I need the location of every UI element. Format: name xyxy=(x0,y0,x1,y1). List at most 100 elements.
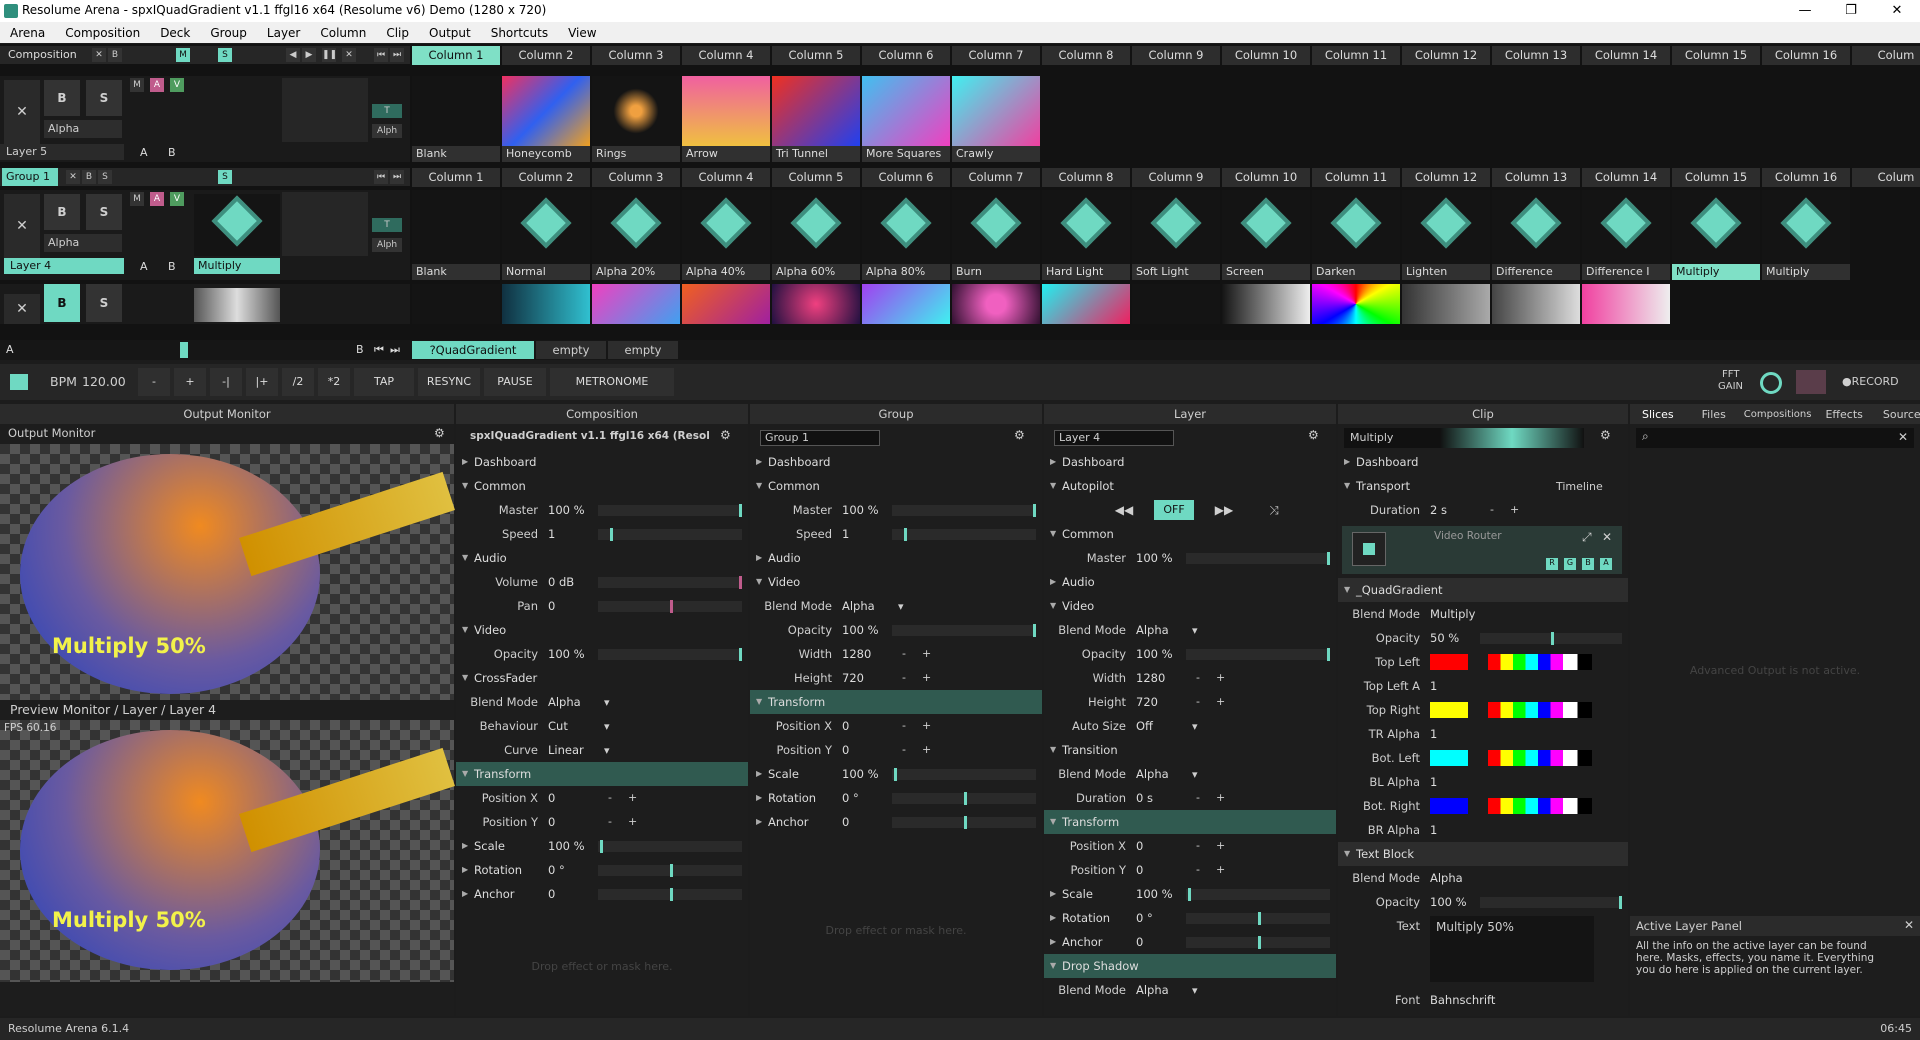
comp-opacity-value[interactable]: 100 % xyxy=(548,642,585,666)
clip-l3-13[interactable] xyxy=(1492,284,1580,324)
clip-gear-icon[interactable]: ⚙ xyxy=(1600,428,1611,442)
menu-composition[interactable]: Composition xyxy=(65,26,140,40)
group-skip-back-icon[interactable]: ⏮ xyxy=(374,170,388,184)
botright-swatch[interactable] xyxy=(1430,798,1592,814)
color-palette[interactable] xyxy=(1488,702,1592,718)
clip-l4-2[interactable]: Normal xyxy=(502,190,590,280)
layer-4-transport[interactable] xyxy=(282,192,368,256)
column-header-16[interactable]: Column 16 xyxy=(1762,46,1850,65)
pause-button[interactable]: PAUSE xyxy=(484,368,546,396)
column-header-2[interactable]: Column 2 xyxy=(502,168,590,187)
deck-skip-back-icon[interactable]: ⏮ xyxy=(374,343,384,357)
group-bypass-button[interactable]: B xyxy=(82,170,96,184)
topright-swatch[interactable] xyxy=(1430,702,1592,718)
comp-anchor-slider[interactable] xyxy=(598,888,742,901)
layer-4-m-button[interactable]: M xyxy=(130,192,144,206)
comp-rotation-slider[interactable] xyxy=(598,864,742,877)
column-header-4[interactable]: Column 4 xyxy=(682,46,770,65)
maximize-button[interactable]: ❐ xyxy=(1828,0,1874,22)
chevron-down-icon[interactable]: ▾ xyxy=(604,720,610,733)
group-master-value[interactable]: 100 % xyxy=(842,498,879,522)
group-master-slider[interactable] xyxy=(892,504,1036,517)
chevron-down-icon[interactable]: ▾ xyxy=(604,744,610,757)
clip-l5-4[interactable]: Arrow xyxy=(682,76,770,162)
layer-duration-value[interactable]: 0 s xyxy=(1136,786,1153,810)
metronome-button[interactable]: METRONOME xyxy=(550,368,674,396)
chevron-down-icon[interactable]: ▾ xyxy=(1192,720,1198,733)
group-speed-value[interactable]: 1 xyxy=(842,522,849,546)
clip-l5-5[interactable]: Tri Tunnel xyxy=(772,76,860,162)
qg-tla-value[interactable]: 1 xyxy=(1430,674,1437,698)
group-1-name[interactable]: Group 1 xyxy=(2,168,58,186)
pause-icon[interactable]: ❚❚ xyxy=(322,48,337,62)
increment-icon[interactable]: + xyxy=(922,647,931,660)
column-header-4[interactable]: Column 4 xyxy=(682,168,770,187)
close-button[interactable]: ✕ xyxy=(1874,0,1920,22)
group-anchor-value[interactable]: 0 xyxy=(842,810,849,834)
decrement-icon[interactable]: - xyxy=(902,743,906,756)
bpm-minus-button[interactable]: - xyxy=(138,368,170,396)
clip-l4-7[interactable]: Burn xyxy=(952,190,1040,280)
menu-output[interactable]: Output xyxy=(429,26,471,40)
decrement-icon[interactable]: - xyxy=(1196,671,1200,684)
clip-l3-14[interactable] xyxy=(1582,284,1670,324)
comp-opacity-slider[interactable] xyxy=(598,648,742,661)
clip-l5-2[interactable]: Honeycomb xyxy=(502,76,590,162)
nudge-back-button[interactable]: -| xyxy=(210,368,242,396)
clip-duration-value[interactable]: 2 s xyxy=(1430,498,1447,522)
group-video[interactable]: Video xyxy=(750,570,1042,594)
column-header-14[interactable]: Column 14 xyxy=(1582,46,1670,65)
layer-4-name[interactable]: Layer 4 xyxy=(4,258,124,274)
layer-4-blend-select[interactable]: Alpha xyxy=(44,234,122,252)
comp-curve-select[interactable]: Linear xyxy=(548,738,584,762)
group-opacity-value[interactable]: 100 % xyxy=(842,618,879,642)
column-header-6[interactable]: Column 6 xyxy=(862,46,950,65)
layer-drop-shadow[interactable]: Drop Shadow xyxy=(1044,954,1336,978)
column-header-12[interactable]: Column 12 xyxy=(1402,168,1490,187)
layer-4-active-clip[interactable]: Multiply xyxy=(194,258,280,274)
tb-opacity-value[interactable]: 100 % xyxy=(1430,890,1467,914)
bpm-plus-button[interactable]: + xyxy=(174,368,206,396)
clip-l5-7[interactable]: Crawly xyxy=(952,76,1040,162)
layer-dashboard[interactable]: Dashboard xyxy=(1044,450,1336,474)
layer-5-name[interactable]: Layer 5 xyxy=(0,144,124,160)
group-speed-slider[interactable] xyxy=(892,528,1036,541)
comp-master-value[interactable]: 100 % xyxy=(548,498,585,522)
deck-a-label[interactable]: A xyxy=(6,343,14,356)
comp-clear-button[interactable]: ✕ xyxy=(92,48,106,62)
resync-button[interactable]: RESYNC xyxy=(418,368,480,396)
comp-blend-select[interactable]: Alpha xyxy=(548,690,581,714)
comp-crossfader[interactable]: CrossFader xyxy=(456,666,748,690)
comp-px-value[interactable]: 0 xyxy=(548,786,555,810)
clip-l4-6[interactable]: Alpha 80% xyxy=(862,190,950,280)
tab-effects[interactable]: Effects xyxy=(1825,408,1862,421)
tap-button[interactable]: TAP xyxy=(354,368,414,396)
layer-tblend-select[interactable]: Alpha xyxy=(1136,762,1169,786)
comp-common[interactable]: Common xyxy=(456,474,748,498)
comp-speed-slider[interactable] xyxy=(598,528,742,541)
column-header-1[interactable]: Column 1 xyxy=(412,168,500,187)
column-header-8[interactable]: Column 8 xyxy=(1042,168,1130,187)
increment-icon[interactable]: + xyxy=(628,791,637,804)
tb-text-field[interactable]: Multiply 50% xyxy=(1430,916,1594,982)
column-header-14[interactable]: Column 14 xyxy=(1582,168,1670,187)
comp-gear-icon[interactable]: ⚙ xyxy=(720,428,731,442)
gain-knob[interactable] xyxy=(1760,372,1782,394)
botleft-swatch[interactable] xyxy=(1430,750,1592,766)
layer-5-clear-icon[interactable]: ✕ xyxy=(4,80,40,144)
column-header-2[interactable]: Column 2 xyxy=(502,46,590,65)
column-header-3[interactable]: Column 3 xyxy=(592,168,680,187)
comp-scale-slider[interactable] xyxy=(598,840,742,853)
column-header-15[interactable]: Column 15 xyxy=(1672,46,1760,65)
column-header-12[interactable]: Column 12 xyxy=(1402,46,1490,65)
increment-icon[interactable]: + xyxy=(1216,791,1225,804)
group-solo-button[interactable]: S xyxy=(98,170,112,184)
layer-blend-select[interactable]: Alpha xyxy=(1136,618,1169,642)
layer-autosize-select[interactable]: Off xyxy=(1136,714,1153,738)
autopilot-next-icon[interactable]: ▶▶ xyxy=(1204,500,1244,520)
clip-l3-12[interactable] xyxy=(1402,284,1490,324)
clear-search-icon[interactable]: ✕ xyxy=(1898,430,1908,444)
menu-clip[interactable]: Clip xyxy=(386,26,409,40)
layer-4-preview[interactable] xyxy=(194,194,280,256)
layer-transition[interactable]: Transition xyxy=(1044,738,1336,762)
